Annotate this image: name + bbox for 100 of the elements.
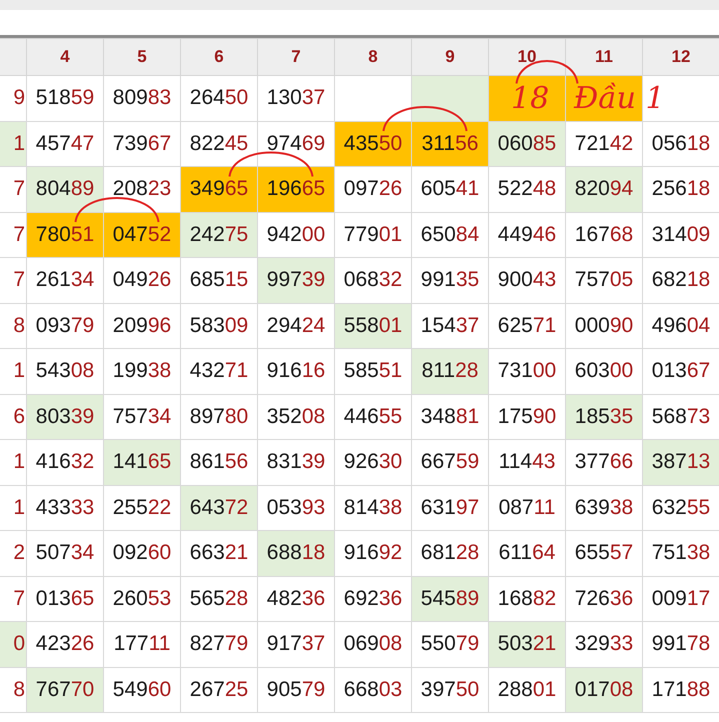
table-cell: 55801 (334, 303, 412, 348)
table-cell: 78051 (26, 212, 104, 258)
table-cell: 13037 (258, 76, 334, 121)
table-cell: 1 (0, 348, 26, 394)
table-cell: 09726 (334, 166, 412, 212)
handwritten-note: Đầu 1 (574, 82, 665, 115)
table-cell: 54960 (104, 667, 180, 712)
table-cell: 58309 (180, 303, 258, 348)
table-cell: 43271 (180, 348, 258, 394)
table-cell: 01708 (566, 667, 642, 712)
table-cell: 09260 (104, 530, 180, 576)
table-cell: 99135 (412, 258, 488, 303)
table-cell: 26725 (180, 667, 258, 712)
table-cell: 68128 (412, 530, 488, 576)
table-cell: 34881 (412, 394, 488, 440)
table-cell: 76770 (26, 667, 104, 712)
table-cell: 2 (0, 530, 26, 576)
table-cell: 60541 (412, 166, 488, 212)
table-cell: 90579 (258, 667, 334, 712)
table-cell: 81128 (412, 348, 488, 394)
table-cell: 51859 (26, 76, 104, 121)
table-cell: 44946 (488, 212, 566, 258)
table-cell: 56528 (180, 576, 258, 622)
column-header: 10 (488, 38, 566, 76)
table-cell: 82779 (180, 622, 258, 667)
table-cell: 24275 (180, 212, 258, 258)
table-cell: 80983 (104, 76, 180, 121)
column-header: 4 (26, 38, 104, 76)
table-cell: 83139 (258, 440, 334, 485)
table-cell: 42326 (26, 622, 104, 667)
table-cell: 32933 (566, 622, 642, 667)
table-cell: 77901 (334, 212, 412, 258)
table-cell: 50321 (488, 622, 566, 667)
table-cell: 26053 (104, 576, 180, 622)
table-cell: 9 (0, 76, 26, 121)
table-cell: 72636 (566, 576, 642, 622)
column-header: 5 (104, 38, 180, 76)
table-cell: 82094 (566, 166, 642, 212)
table-cell: 18535 (566, 394, 642, 440)
table-cell: 06085 (488, 121, 566, 166)
table-cell: 17711 (104, 622, 180, 667)
table-cell: 91737 (258, 622, 334, 667)
table-cell: 63938 (566, 485, 642, 530)
table-cell: 09379 (26, 303, 104, 348)
table-cell: 73967 (104, 121, 180, 166)
table-cell: 19665 (258, 166, 334, 212)
table-cell: 66803 (334, 667, 412, 712)
table-cell: 01365 (26, 576, 104, 622)
table-cell: 63197 (412, 485, 488, 530)
table-cell: 89780 (180, 394, 258, 440)
table-cell: 06832 (334, 258, 412, 303)
table-cell: 31156 (412, 121, 488, 166)
table-cell: 34965 (180, 166, 258, 212)
column-header: 12 (642, 38, 719, 76)
table-cell: 04752 (104, 212, 180, 258)
table-cell: 16768 (566, 212, 642, 258)
table-cell: 19938 (104, 348, 180, 394)
table-cell: 54589 (412, 576, 488, 622)
column-header: 9 (412, 38, 488, 76)
table-cell: 20996 (104, 303, 180, 348)
table-cell: 35208 (258, 394, 334, 440)
table-cell: 48236 (258, 576, 334, 622)
table-cell: 60300 (566, 348, 642, 394)
table-cell: 91616 (258, 348, 334, 394)
table-cell: 26134 (26, 258, 104, 303)
table-cell: 81438 (334, 485, 412, 530)
table-cell: 73100 (488, 348, 566, 394)
table-cell: 00090 (566, 303, 642, 348)
table-cell: 75705 (566, 258, 642, 303)
table-cell: 1 (0, 485, 26, 530)
table-cell: 38713 (642, 440, 719, 485)
table-cell: 7 (0, 258, 26, 303)
table-cell: 62571 (488, 303, 566, 348)
handwritten-note: 18 (511, 82, 550, 115)
table-cell: 0 (0, 622, 26, 667)
table-cell: 06908 (334, 622, 412, 667)
column-header: 7 (258, 38, 334, 76)
column-header: 6 (180, 38, 258, 76)
table-cell: 80489 (26, 166, 104, 212)
table-cell: 92630 (334, 440, 412, 485)
table-cell: 68818 (258, 530, 334, 576)
table-cell: 43550 (334, 121, 412, 166)
table-cell: 1 (0, 121, 26, 166)
table-cell: 39750 (412, 667, 488, 712)
table-cell: 65557 (566, 530, 642, 576)
table-cell: 04926 (104, 258, 180, 303)
table-cell: 54308 (26, 348, 104, 394)
table-cell: 8 (0, 303, 26, 348)
table-cell: 61164 (488, 530, 566, 576)
table-cell: 43333 (26, 485, 104, 530)
table-cell: 44655 (334, 394, 412, 440)
table-cell: 65084 (412, 212, 488, 258)
table-cell: 08711 (488, 485, 566, 530)
table-cell: 86156 (180, 440, 258, 485)
table-cell: 99739 (258, 258, 334, 303)
table-cell: 80339 (26, 394, 104, 440)
column-header: 8 (334, 38, 412, 76)
table-cell: 1 (0, 440, 26, 485)
table-cell: 91692 (334, 530, 412, 576)
table-cell: 11443 (488, 440, 566, 485)
